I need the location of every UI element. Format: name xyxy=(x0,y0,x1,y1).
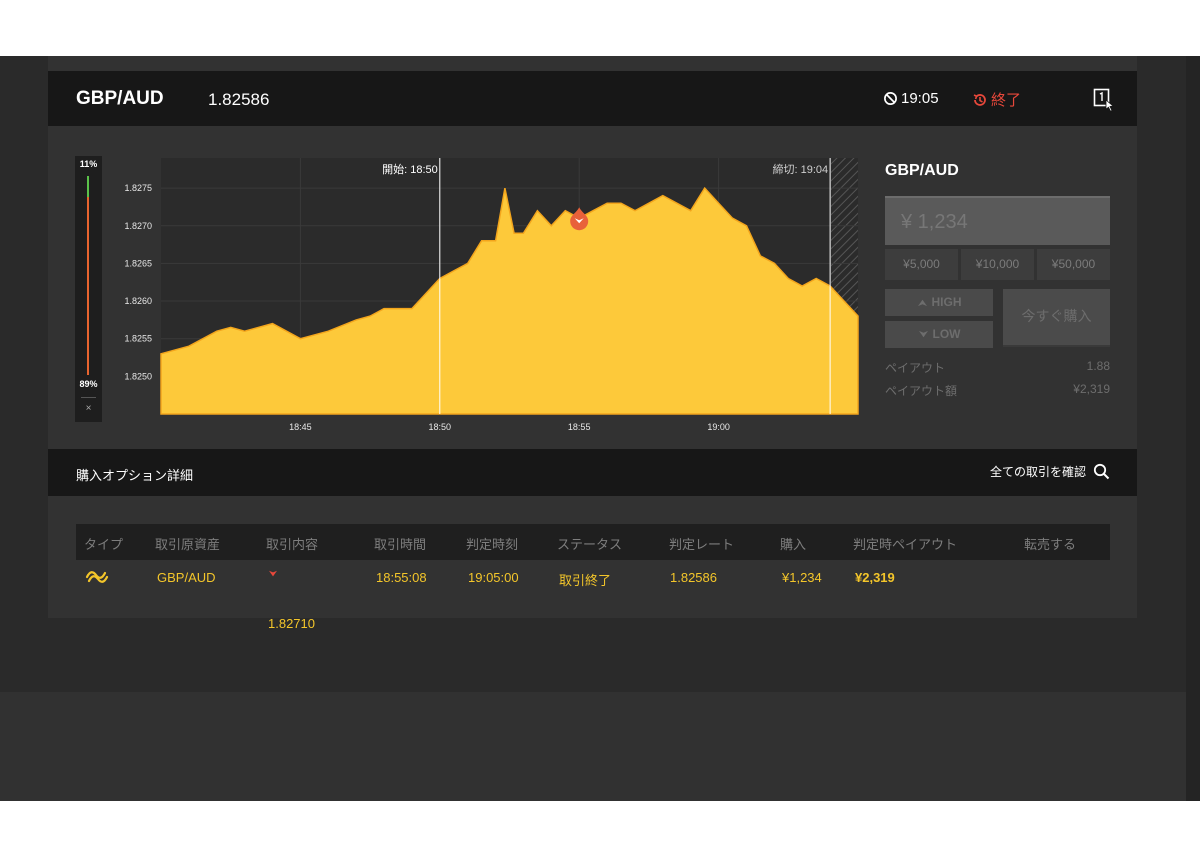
high-percent: 11% xyxy=(79,159,98,169)
payout-label: ペイアウト xyxy=(885,361,946,375)
current-rate: 1.82586 xyxy=(208,90,270,109)
options-bar: 購入オプション詳細 全ての取引を確認 xyxy=(48,449,1137,496)
col-status: ステータス xyxy=(557,537,623,552)
y-tick-label: 1.8265 xyxy=(124,258,152,268)
payout-amount-value: ¥2,319 xyxy=(1073,382,1110,396)
buy-now-button[interactable]: 今すぐ購入 xyxy=(1003,289,1110,347)
asset-header: GBP/AUD 1.82586 19:05 終了 xyxy=(48,71,1137,126)
col-judgment-time: 判定時刻 xyxy=(466,537,519,552)
x-axis-labels: 18:45 18:50 18:55 19:00 xyxy=(289,422,730,432)
low-bar xyxy=(87,197,89,375)
window-cursor-icon[interactable] xyxy=(1093,88,1115,112)
col-payout: 判定時ペイアウト xyxy=(853,537,958,552)
exchange-icon xyxy=(85,571,109,583)
y-tick-label: 1.8250 xyxy=(124,371,152,381)
history-icon xyxy=(973,93,986,106)
payout-row: ペイアウト 1.88 xyxy=(885,359,1110,376)
row-content-value: 1.82710 xyxy=(268,616,315,631)
high-bar xyxy=(87,176,89,197)
view-all-trades-link[interactable]: 全ての取引を確認 xyxy=(990,463,1110,480)
table-header: タイプ 取引原資産 取引内容 取引時間 判定時刻 ステータス 判定レート 購入 … xyxy=(76,524,1110,560)
app-window: GBP/AUD 1.82586 19:05 終了 11% 89% × 開始: 1… xyxy=(0,56,1200,801)
row-purchase: ¥1,234 xyxy=(782,570,822,585)
asset-pair: GBP/AUD xyxy=(76,88,164,109)
payout-amount-label: ペイアウト額 xyxy=(885,384,958,398)
payout-amount-row: ペイアウト額 ¥2,319 xyxy=(885,382,1110,399)
y-axis-labels: 1.8250 1.8255 1.8260 1.8265 1.8270 1.8275 xyxy=(124,183,152,381)
amount-input[interactable]: ¥ 1,234 xyxy=(885,196,1110,245)
y-tick-label: 1.8255 xyxy=(124,334,152,344)
trading-panel: GBP/AUD 1.82586 19:05 終了 11% 89% × 開始: 1… xyxy=(48,56,1137,631)
timer-value: 19:05 xyxy=(901,90,939,107)
high-label: HIGH xyxy=(931,295,962,309)
col-resell: 転売する xyxy=(1024,537,1077,552)
search-icon xyxy=(1093,463,1110,480)
row-status: 取引終了 xyxy=(559,573,612,588)
trade-asset-title: GBP/AUD xyxy=(885,162,959,179)
quick-amount-50000[interactable]: ¥50,000 xyxy=(1037,249,1110,280)
low-percent: 89% xyxy=(79,379,98,389)
row-content: 1.82710 xyxy=(268,570,315,631)
low-label: LOW xyxy=(932,327,961,341)
options-title: 購入オプション詳細 xyxy=(76,468,194,483)
x-tick-label: 18:45 xyxy=(289,422,312,432)
low-button[interactable]: LOW xyxy=(885,321,993,348)
y-tick-label: 1.8260 xyxy=(124,296,152,306)
col-trade-time: 取引時間 xyxy=(374,537,427,552)
x-tick-label: 19:00 xyxy=(707,422,730,432)
quick-amount-10000[interactable]: ¥10,000 xyxy=(961,249,1034,280)
scrollbar-track[interactable] xyxy=(1186,56,1200,801)
start-label: 開始: 18:50 xyxy=(382,162,438,176)
prohibited-clock-icon xyxy=(884,92,897,105)
col-type: タイプ xyxy=(84,537,124,552)
gauge-divider xyxy=(81,397,96,398)
row-trade-time: 18:55:08 xyxy=(376,570,427,585)
row-judgment-time: 19:05:00 xyxy=(468,570,519,585)
lower-area xyxy=(0,692,1186,801)
row-asset: GBP/AUD xyxy=(157,570,216,585)
high-button[interactable]: HIGH xyxy=(885,289,993,316)
col-rate: 判定レート xyxy=(669,537,735,552)
ended-label: 終了 xyxy=(991,92,1022,109)
end-label: 締切: 19:04 xyxy=(772,162,828,176)
payout-value: 1.88 xyxy=(1086,359,1110,373)
x-tick-label: 18:55 xyxy=(568,422,591,432)
expiry-timer: 19:05 xyxy=(883,90,939,107)
col-purchase: 購入 xyxy=(780,537,807,552)
gauge-close-button[interactable]: × xyxy=(75,403,102,414)
ended-status: 終了 xyxy=(972,89,1021,110)
y-tick-label: 1.8270 xyxy=(124,221,152,231)
view-all-label: 全ての取引を確認 xyxy=(989,465,1086,479)
y-tick-label: 1.8275 xyxy=(124,183,152,193)
x-tick-label: 18:50 xyxy=(429,422,452,432)
sentiment-gauge: 11% 89% × xyxy=(75,156,102,422)
arrow-down-icon xyxy=(269,570,277,577)
arrow-up-icon xyxy=(917,299,927,307)
price-chart: 開始: 18:50 締切: 19:04 1.82501.82551.82601.… xyxy=(124,158,859,432)
arrow-down-icon xyxy=(918,330,928,338)
row-rate: 1.82586 xyxy=(670,570,717,585)
col-asset: 取引原資産 xyxy=(155,537,221,552)
col-content: 取引内容 xyxy=(266,537,319,552)
quick-amount-5000[interactable]: ¥5,000 xyxy=(885,249,958,280)
row-payout: ¥2,319 xyxy=(855,570,895,585)
